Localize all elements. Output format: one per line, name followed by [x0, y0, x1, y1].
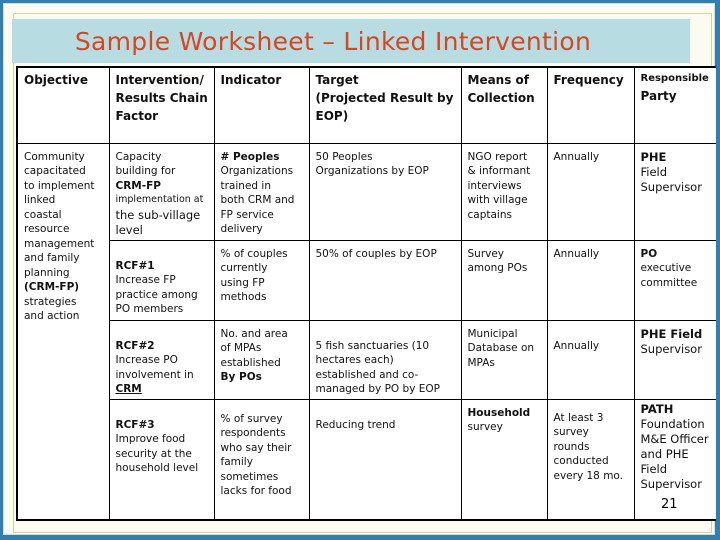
frequency-cell: Annually — [546, 142, 635, 241]
responsible-cell: PHE Field Supervisor — [633, 319, 716, 400]
responsible-cell: PO executive committee — [633, 239, 716, 321]
objective-cell: Community capacitated to implement linke… — [16, 142, 110, 521]
indicator-cell: % of couples currently using FP methods — [213, 239, 310, 321]
responsible-cell: PHE Field Supervisor — [633, 142, 716, 241]
intervention-cell: Capacity building for CRM-FP implementat… — [108, 142, 215, 241]
table-row: RCF#3 Improve food security at the house… — [17, 398, 716, 521]
intervention-cell: RCF#3 Improve food security at the house… — [108, 398, 215, 521]
table-row: Community capacitated to implement linke… — [16, 142, 716, 521]
target-cell: 50% of couples by EOP — [308, 239, 462, 321]
indicator-cell: No. and area of MPAs established By POs — [213, 319, 310, 400]
intervention-cell: RCF#2 Increase PO involvement in CRM — [108, 319, 215, 400]
slide-title: Sample Worksheet – Linked Intervention — [74, 26, 592, 56]
table-row: RCF#2 Increase PO involvement in CRM No.… — [17, 319, 716, 400]
header-means-of-collection: Means of Collection — [460, 66, 548, 144]
frequency-cell: At least 3 survey rounds conducted every… — [546, 398, 635, 521]
header-objective: Objective — [16, 66, 110, 144]
target-cell: 5 fish sanctuaries (10 hectares each) es… — [308, 319, 462, 400]
worksheet-table: Objective Intervention/ Results Chain Fa… — [16, 66, 716, 521]
frequency-cell: Annually — [546, 239, 635, 321]
indicator-cell: % of survey respondents who say their fa… — [213, 398, 310, 521]
indicator-cell: # Peoples Organizations trained in both … — [213, 142, 310, 241]
page-number: 21 — [661, 497, 678, 512]
means-cell: Municipal Database on MPAs — [460, 319, 548, 400]
header-intervention: Intervention/ Results Chain Factor — [108, 66, 215, 144]
intervention-cell: RCF#1 Increase FP practice among PO memb… — [108, 239, 215, 321]
header-responsible-party: Responsible Party — [633, 66, 716, 144]
means-cell: Household survey — [460, 398, 548, 521]
frequency-cell: Annually — [546, 319, 635, 400]
title-band: Sample Worksheet – Linked Intervention — [12, 19, 690, 63]
header-row: Objective Intervention/ Results Chain Fa… — [16, 66, 716, 144]
means-cell: NGO report & informant interviews with v… — [460, 142, 548, 241]
table-row: RCF#1 Increase FP practice among PO memb… — [17, 239, 716, 321]
header-indicator: Indicator — [213, 66, 310, 144]
header-target: Target (Projected Result by EOP) — [308, 66, 462, 144]
means-cell: Survey among POs — [460, 239, 548, 321]
target-cell: Reducing trend — [308, 398, 462, 521]
header-frequency: Frequency — [546, 66, 635, 144]
target-cell: 50 Peoples Organizations by EOP — [308, 142, 462, 241]
